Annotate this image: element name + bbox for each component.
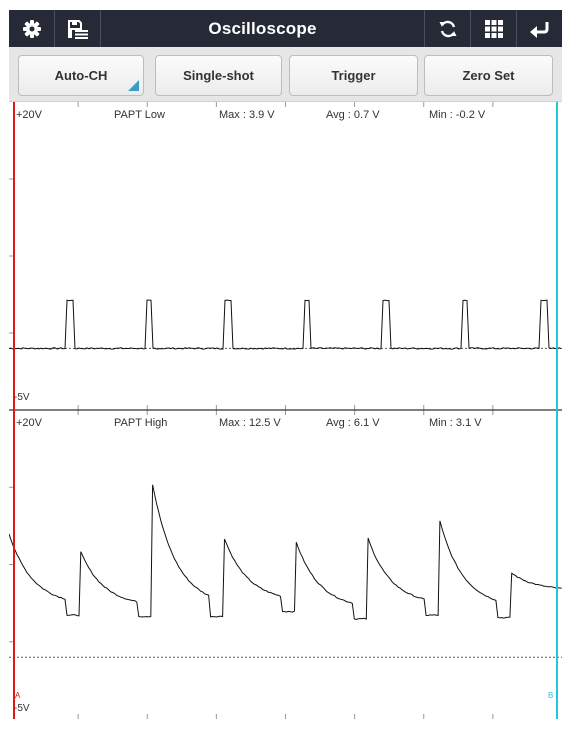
ch1-bottom-scale-label: -5V	[14, 392, 30, 403]
save-list-icon	[67, 19, 88, 39]
ch2-waveform-trace	[9, 484, 562, 621]
ch1-name-label: PAPT Low	[114, 109, 165, 121]
zero-set-button[interactable]: Zero Set	[424, 55, 553, 96]
single-shot-label: Single-shot	[183, 68, 254, 83]
auto-ch-label: Auto-CH	[54, 68, 108, 83]
ch1-waveform-trace	[9, 299, 562, 350]
ch2-min-readout: Min : 3.1 V	[429, 417, 482, 429]
back-icon	[529, 21, 548, 38]
ch1-max-readout: Max : 3.9 V	[219, 109, 275, 121]
settings-button[interactable]	[9, 10, 55, 47]
grid-icon	[484, 19, 503, 38]
back-button[interactable]	[516, 10, 562, 47]
ch2-avg-readout: Avg : 6.1 V	[326, 417, 380, 429]
toolbar: Auto-CH Single-shot Trigger Zero Set	[9, 47, 562, 102]
ch2-name-label: PAPT High	[114, 417, 168, 429]
trigger-label: Trigger	[331, 68, 376, 83]
scope-plot	[9, 102, 562, 719]
ch2-max-readout: Max : 12.5 V	[219, 417, 281, 429]
save-button[interactable]	[55, 10, 101, 47]
scope-area[interactable]: +20V PAPT Low Max : 3.9 V Avg : 0.7 V Mi…	[9, 102, 562, 719]
page-title: Oscilloscope	[208, 18, 317, 38]
ch1-top-scale-label: +20V	[16, 109, 42, 121]
ch1-min-readout: Min : -0.2 V	[429, 109, 486, 121]
zero-set-label: Zero Set	[462, 68, 515, 83]
title-bar: Oscilloscope	[9, 10, 562, 47]
grid-view-button[interactable]	[470, 10, 516, 47]
ch2-top-scale-label: +20V	[16, 417, 42, 429]
ch1-avg-readout: Avg : 0.7 V	[326, 109, 380, 121]
refresh-icon	[439, 20, 456, 37]
refresh-button[interactable]	[424, 10, 470, 47]
cursor-a-marker: A	[15, 691, 21, 700]
single-shot-button[interactable]: Single-shot	[155, 55, 282, 96]
cursor-b-marker: B	[548, 691, 554, 700]
auto-ch-button[interactable]: Auto-CH	[18, 55, 144, 96]
dropdown-corner-icon	[128, 80, 139, 91]
trigger-button[interactable]: Trigger	[289, 55, 418, 96]
ch2-bottom-scale-label: -5V	[14, 703, 30, 714]
gear-icon	[22, 19, 41, 38]
